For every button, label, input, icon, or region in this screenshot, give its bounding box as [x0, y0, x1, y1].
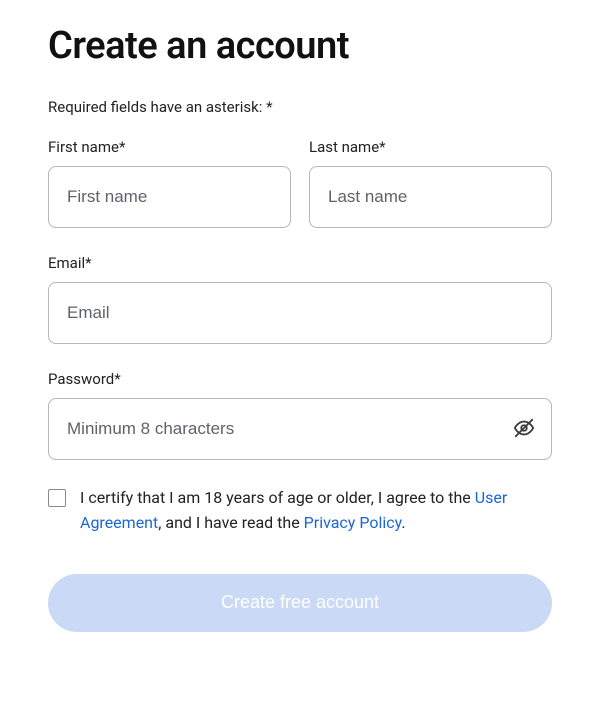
email-field: Email* [48, 254, 552, 344]
email-label: Email* [48, 254, 552, 272]
create-account-button[interactable]: Create free account [48, 574, 552, 632]
consent-row: I certify that I am 18 years of age or o… [48, 486, 552, 536]
password-input[interactable] [48, 398, 552, 460]
password-label: Password* [48, 370, 552, 388]
consent-suffix: . [401, 513, 405, 532]
consent-middle: , and I have read the [158, 513, 303, 532]
consent-text: I certify that I am 18 years of age or o… [80, 486, 552, 536]
last-name-label: Last name* [309, 138, 552, 156]
consent-checkbox[interactable] [48, 489, 66, 507]
first-name-input[interactable] [48, 166, 291, 228]
page-title: Create an account [48, 24, 552, 68]
last-name-input[interactable] [309, 166, 552, 228]
last-name-field: Last name* [309, 138, 552, 228]
email-input[interactable] [48, 282, 552, 344]
eye-off-icon [513, 417, 535, 442]
required-fields-note: Required fields have an asterisk: * [48, 98, 552, 116]
consent-prefix: I certify that I am 18 years of age or o… [80, 488, 475, 507]
privacy-policy-link[interactable]: Privacy Policy [304, 513, 402, 532]
first-name-field: First name* [48, 138, 291, 228]
password-field: Password* [48, 370, 552, 460]
first-name-label: First name* [48, 138, 291, 156]
toggle-password-visibility-button[interactable] [510, 415, 538, 443]
